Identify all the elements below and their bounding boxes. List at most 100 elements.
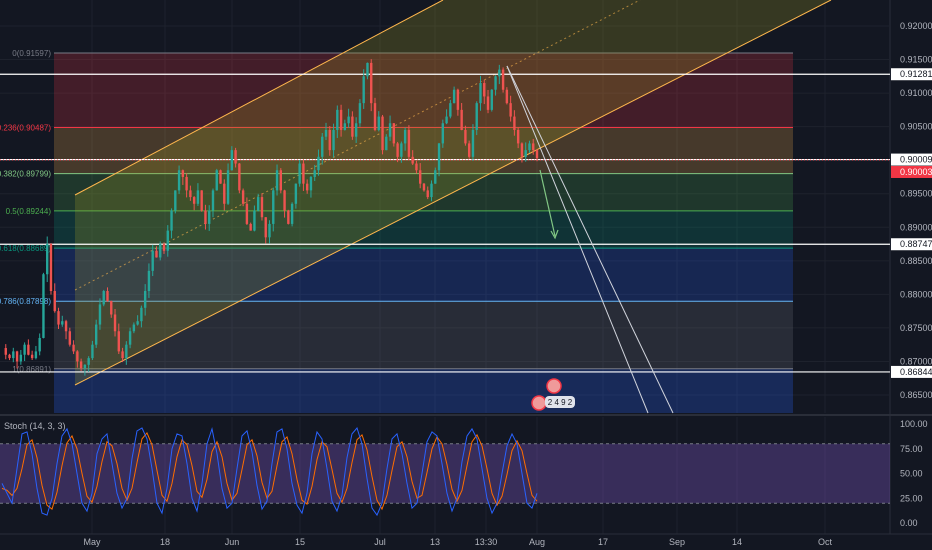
candle-body [12, 351, 15, 359]
candle-body [215, 170, 218, 191]
candle-body [34, 351, 38, 359]
candle-body [64, 321, 68, 332]
stoch-y-tick-label: 50.00 [900, 469, 923, 479]
x-tick-label: Jun [225, 537, 240, 547]
candle-body [501, 69, 505, 90]
candle-body [181, 170, 185, 177]
candle-body [4, 348, 7, 355]
candle-body [72, 344, 75, 352]
candle-body [354, 123, 358, 137]
candle-body [460, 109, 463, 130]
candle-body [475, 103, 478, 130]
candle-body [467, 143, 471, 157]
candle-body [479, 83, 482, 104]
candle-body [509, 103, 512, 117]
y-tick-label: 0.91000 [900, 88, 932, 98]
candle-body [68, 331, 72, 345]
candle-body [151, 250, 154, 271]
x-tick-label: 14 [732, 537, 742, 547]
candle-body [362, 76, 365, 104]
fib-level-label: 0.382(0.89799) [0, 170, 51, 179]
candle-body [196, 190, 200, 204]
candle-body [200, 190, 203, 211]
candle-body [155, 250, 158, 258]
price-tag-label: 0.88747 [900, 239, 932, 249]
y-tick-label: 0.87500 [900, 323, 932, 333]
event-count-text: 2 4 9 2 [548, 398, 573, 407]
x-tick-label: 15 [295, 537, 305, 547]
candle-body [102, 291, 105, 305]
candle-body [456, 89, 460, 110]
candle-body [226, 170, 230, 204]
candle-body [94, 324, 98, 345]
stoch-y-tick-label: 75.00 [900, 444, 923, 454]
x-tick-label: Jul [374, 537, 386, 547]
time-axis[interactable]: May 18 Jun 15 Jul 13 13:30 Aug 17 Sep 14 Oct [0, 533, 932, 547]
stoch-y-tick-label: 0.00 [900, 518, 918, 528]
fib-level-label: 0.5(0.89244) [6, 207, 52, 216]
y-tick-label: 0.89500 [900, 189, 932, 199]
candle-body [407, 129, 411, 157]
x-tick-label: 17 [598, 537, 608, 547]
candle-body [208, 210, 211, 224]
candle-body [147, 270, 151, 292]
candle-body [385, 136, 388, 151]
stoch-axis[interactable]: 100.00 75.00 50.00 25.00 0.00 [900, 419, 928, 528]
candle-body [441, 123, 445, 144]
candle-body [313, 170, 316, 177]
candle-body [192, 197, 196, 204]
candle-body [377, 116, 380, 130]
candle-body [422, 183, 426, 191]
candle-body [140, 307, 143, 322]
earnings-marker-icon[interactable] [546, 378, 562, 394]
candle-body [98, 304, 102, 325]
stoch-title: Stoch (14, 3, 3) [4, 421, 66, 431]
candle-body [437, 143, 441, 171]
candle-body [136, 321, 139, 325]
candle-body [110, 301, 113, 315]
candle-body [419, 170, 422, 184]
candle-body [486, 96, 490, 110]
candle-body [366, 62, 369, 77]
candle-body [253, 210, 256, 231]
candle-body [403, 129, 407, 144]
fib-level-label: 0(0.91597) [12, 49, 51, 58]
stoch-y-tick-label: 100.00 [900, 419, 928, 429]
candle-body [302, 163, 305, 184]
candle-body [483, 83, 486, 97]
candle-body [532, 143, 535, 151]
candle-body [79, 361, 83, 369]
y-tick-label: 0.90500 [900, 122, 932, 132]
candle-body [268, 223, 271, 238]
candle-body [8, 354, 11, 359]
candle-body [381, 116, 384, 151]
candle-body [396, 143, 399, 157]
candle-body [347, 116, 350, 124]
candle-body [204, 210, 207, 224]
candle-body [211, 190, 215, 211]
candle-body [516, 129, 520, 144]
candle-body [230, 150, 234, 171]
candle-body [87, 358, 90, 365]
candle-body [490, 89, 493, 110]
y-tick-label: 0.91500 [900, 55, 932, 65]
candle-body [287, 210, 290, 224]
candle-body [336, 109, 339, 130]
candle-body [411, 156, 414, 164]
chart-canvas[interactable]: 0(0.91597) 0.236(0.90487) 0.382(0.89799) 0.… [0, 0, 932, 550]
candle-body [125, 344, 128, 359]
candle-body [415, 163, 418, 171]
last-price-label: 0.90003 [900, 167, 932, 177]
candle-body [400, 143, 403, 157]
candle-body [535, 150, 539, 159]
stoch-y-tick-label: 25.00 [900, 493, 923, 503]
candle-body [283, 190, 286, 211]
candle-body [430, 183, 433, 198]
candle-body [57, 311, 60, 325]
candle-body [61, 321, 64, 325]
candle-body [434, 170, 437, 184]
dividend-marker-icon[interactable] [531, 395, 547, 411]
candle-body [19, 354, 23, 362]
candle-body [452, 89, 456, 104]
candle-body [159, 244, 162, 258]
